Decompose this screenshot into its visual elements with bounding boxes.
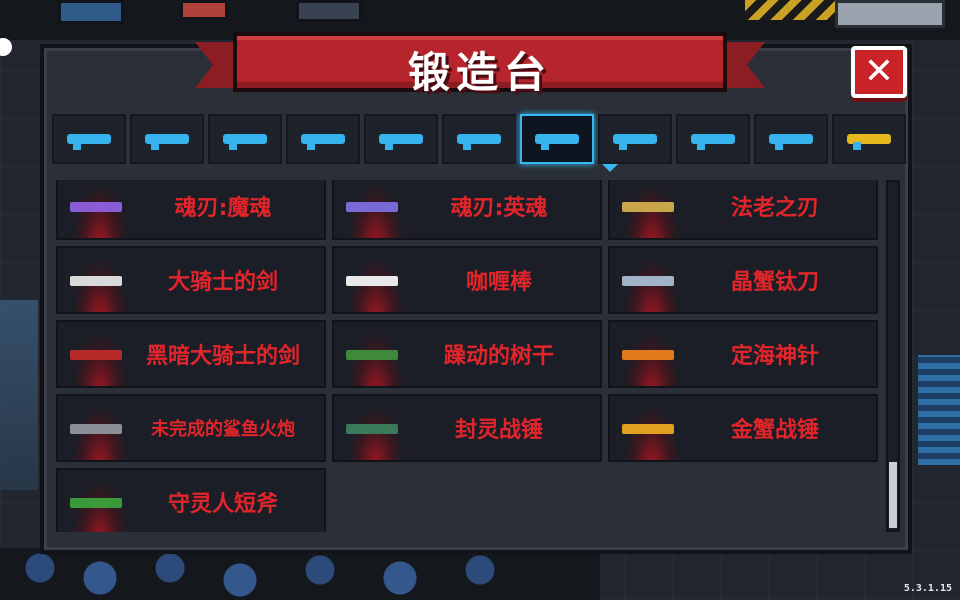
scrollbar-thumb[interactable] [889,462,897,528]
tab-laser-gun[interactable] [364,114,438,164]
version-label: 5.3.1.15 [903,583,952,594]
item-glow [348,184,404,238]
background-machine [918,355,960,465]
item-glow [624,332,680,386]
weapon-name: 未完成的鲨鱼火炮 [151,419,295,440]
item-glow [624,258,680,312]
weapon-item[interactable]: 魂刃:英魂 [332,180,602,240]
spear-icon [613,134,657,150]
scrollbar[interactable] [886,180,900,532]
tab-shuriken[interactable] [676,114,750,164]
tab-bow[interactable] [442,114,516,164]
tab-pistol[interactable] [52,114,126,164]
grand-knight-sword-icon [70,276,122,286]
shark-cannon-icon [70,424,122,434]
tab-special[interactable] [832,114,906,164]
tab-fish[interactable] [754,114,828,164]
weapon-category-tabs [52,114,910,172]
tab-rifle[interactable] [130,114,204,164]
item-glow [348,332,404,386]
weapon-item[interactable]: 大骑士的剑 [56,246,326,314]
weapon-name: 法老之刃 [730,196,819,221]
fish-icon [769,134,813,150]
background-crate [296,0,362,22]
background-window [835,0,945,28]
item-glow [72,332,128,386]
title-banner: 锻造台 [195,28,765,100]
crystal-crab-blade-icon [622,276,674,286]
item-glow [72,406,128,460]
weapon-name: 定海神针 [730,344,819,369]
item-glow [624,184,680,238]
special-icon [847,134,891,150]
golden-crab-hammer-icon [622,424,674,434]
weapon-item[interactable]: 咖喱棒 [332,246,602,314]
background-rocks [0,548,600,600]
shuriken-icon [691,134,735,150]
weapon-name: 黑暗大骑士的剑 [145,344,300,369]
close-x-icon: ✕ [863,51,895,92]
tab-shotgun[interactable] [208,114,282,164]
weapon-name: 封灵战锤 [454,418,543,443]
weapon-name: 守灵人短斧 [167,492,278,517]
weapon-item[interactable]: 未完成的鲨鱼火炮 [56,394,326,462]
weapon-name: 晶蟹钛刀 [730,270,819,295]
background-character [0,300,38,490]
weapon-item[interactable]: 躁动的树干 [332,320,602,388]
background-hazard-stripe [745,0,835,20]
weapon-name: 魂刃:魔魂 [174,196,272,221]
golden-staff-icon [622,350,674,360]
weapon-name: 躁动的树干 [443,344,554,369]
weapon-name: 魂刃:英魂 [450,196,548,221]
active-tab-indicator [602,164,618,172]
item-glow [624,406,680,460]
weapon-item[interactable]: 黑暗大骑士的剑 [56,320,326,388]
item-glow [348,406,404,460]
spirit-hammer-icon [346,424,398,434]
close-button[interactable]: ✕ [851,46,907,98]
item-glow [72,184,128,238]
weapon-name: 大骑士的剑 [167,270,278,295]
tab-sword[interactable] [520,114,594,164]
weapon-item[interactable]: 晶蟹钛刀 [608,246,878,314]
weapon-item[interactable]: 法老之刃 [608,180,878,240]
launcher-icon [301,134,345,150]
page-title: 锻造台 [407,48,552,97]
restless-trunk-icon [346,350,398,360]
rifle-icon [145,134,189,150]
weapon-item[interactable]: 定海神针 [608,320,878,388]
weapon-item[interactable]: 魂刃:魔魂 [56,180,326,240]
bow-icon [457,134,501,150]
warden-axe-icon [70,498,122,508]
sword-icon [535,134,579,150]
pharaoh-blade-icon [622,202,674,212]
background-crate [180,0,228,20]
weapon-name: 金蟹战锤 [730,418,819,443]
soul-blade-hero-icon [346,202,398,212]
banner-ribbon: 锻造台 [233,32,727,97]
tab-spear[interactable] [598,114,672,164]
dark-knight-sword-icon [70,350,122,360]
tab-launcher[interactable] [286,114,360,164]
item-glow [348,258,404,312]
weapon-item[interactable]: 守灵人短斧 [56,468,326,532]
weapon-item[interactable]: 封灵战锤 [332,394,602,462]
curry-stick-icon [346,276,398,286]
weapon-list[interactable]: 魂刃:魔魂 魂刃:英魂 法老之刃大骑士的剑 咖喱棒 晶蟹钛刀黑暗大骑士的剑 躁动的树干 定海… [56,180,886,532]
soul-blade-demon-icon [70,202,122,212]
background-crate [58,0,124,24]
item-glow [72,258,128,312]
weapon-grid: 魂刃:魔魂 魂刃:英魂 法老之刃大骑士的剑 咖喱棒 晶蟹钛刀黑暗大骑士的剑 躁动的树干 定海… [56,180,886,532]
pistol-icon [67,134,111,150]
laser-gun-icon [379,134,423,150]
weapon-name: 咖喱棒 [465,270,532,295]
shotgun-icon [223,134,267,150]
weapon-item[interactable]: 金蟹战锤 [608,394,878,462]
